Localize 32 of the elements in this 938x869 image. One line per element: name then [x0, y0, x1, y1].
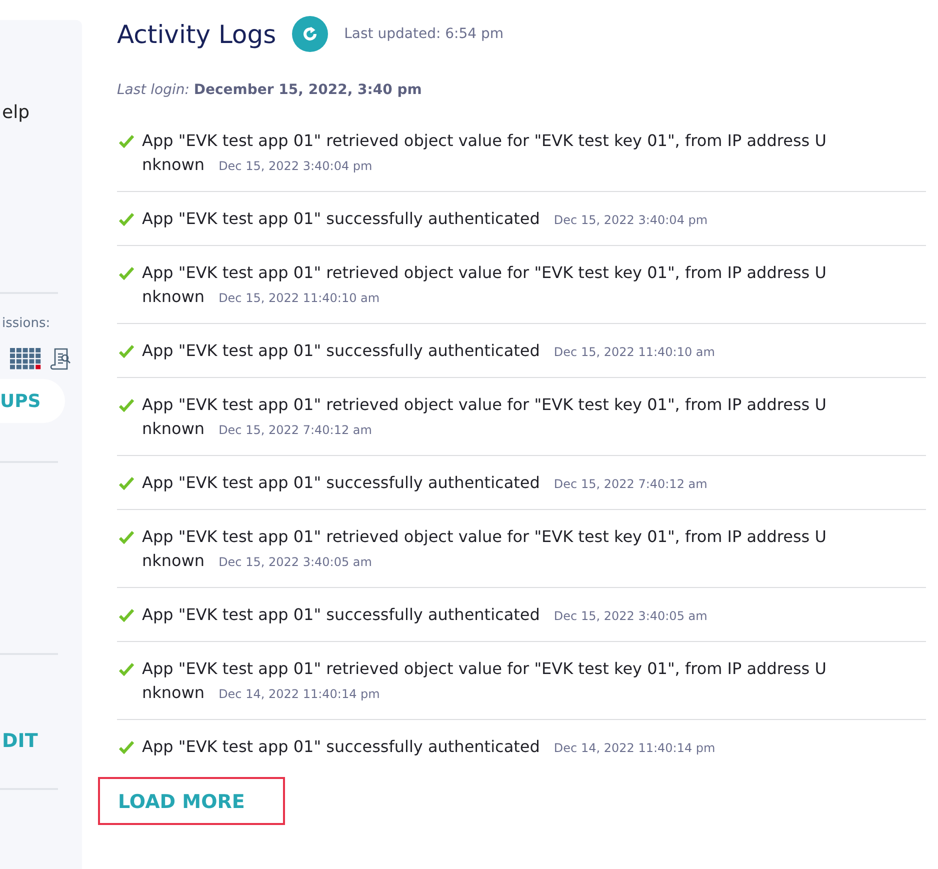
menu-text[interactable]: elp: [2, 102, 30, 292]
log-entry: App "EVK test app 01" successfully authenticated Dec 15, 2022 11:40:10 am: [142, 340, 716, 362]
check-icon: [119, 609, 135, 622]
check-icon: [119, 399, 135, 412]
check-icon: [119, 135, 135, 148]
check-icon: [119, 477, 135, 490]
page-title: Activity Logs: [117, 20, 276, 48]
check-icon: [119, 345, 135, 358]
refresh-icon: [301, 25, 320, 43]
check-icon: [119, 213, 135, 226]
log-entry: App "EVK test app 01" retrieved object value for "EVK test key 01", from IP address Unknown Dec 15, 2022 11:40:10 am: [142, 262, 828, 308]
document-search-icon[interactable]: [50, 347, 72, 371]
refresh-button[interactable]: [292, 16, 328, 52]
load-more-button[interactable]: LOAD MORE: [98, 777, 285, 825]
groups-button[interactable]: UPS: [0, 379, 65, 423]
check-icon: [119, 267, 135, 280]
log-entry: App "EVK test app 01" retrieved object value for "EVK test key 01", from IP address Unknown Dec 15, 2022 3:40:05 am: [142, 526, 828, 572]
permissions-label: issions:: [2, 316, 50, 331]
last-updated-text: Last updated: 6:54 pm: [344, 26, 504, 42]
last-login-text: Last login: December 15, 2022, 3:40 pm: [117, 82, 423, 98]
check-icon: [119, 531, 135, 544]
check-icon: [119, 663, 135, 676]
check-icon: [119, 741, 135, 754]
grid-icon[interactable]: [10, 348, 42, 370]
log-entry: App "EVK test app 01" successfully authenticated Dec 15, 2022 3:40:04 pm: [142, 208, 709, 230]
log-entry: App "EVK test app 01" retrieved object value for "EVK test key 01", from IP address Unknown Dec 14, 2022 11:40:14 pm: [142, 658, 828, 704]
log-entry: App "EVK test app 01" successfully authenticated Dec 14, 2022 11:40:14 pm: [142, 736, 716, 758]
log-entry: App "EVK test app 01" retrieved object value for "EVK test key 01", from IP address Unknown Dec 15, 2022 7:40:12 am: [142, 394, 828, 440]
log-entry: App "EVK test app 01" successfully authenticated Dec 15, 2022 7:40:12 am: [142, 472, 708, 494]
log-entry: App "EVK test app 01" successfully authenticated Dec 15, 2022 3:40:05 am: [142, 604, 708, 626]
log-entry: App "EVK test app 01" retrieved object value for "EVK test key 01", from IP address Unknown Dec 15, 2022 3:40:04 pm: [142, 130, 828, 176]
edit-button[interactable]: DIT: [2, 730, 38, 752]
